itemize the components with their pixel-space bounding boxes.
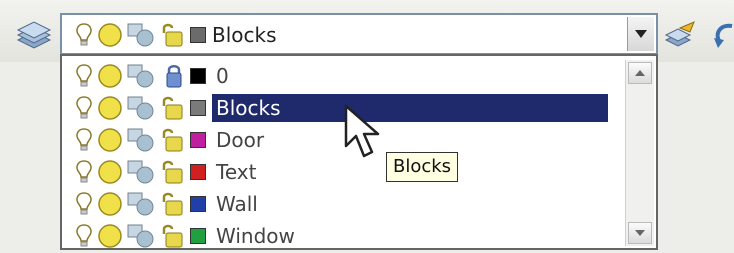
layer-state-icons — [74, 158, 206, 186]
vertical-scrollbar[interactable] — [625, 60, 654, 246]
sun-icon — [98, 64, 122, 88]
sun-icon — [98, 160, 122, 184]
lightbulb-icon — [76, 192, 92, 215]
viewport-freeze-icon — [127, 128, 154, 152]
lightbulb-icon — [76, 23, 92, 46]
scroll-up-button[interactable] — [628, 62, 652, 84]
red-swatch — [190, 164, 206, 180]
layer-previous-button[interactable] — [708, 18, 734, 52]
combo-selected-layer: Blocks — [212, 23, 277, 47]
viewport-freeze-icon — [127, 192, 154, 216]
layer-stack-icon — [16, 21, 52, 49]
layer-row-0[interactable]: 0 — [62, 60, 628, 92]
lightbulb-icon — [76, 96, 92, 119]
locked-padlock-icon — [166, 65, 182, 88]
layer-name-label: Wall — [216, 192, 258, 216]
blue-swatch — [190, 196, 206, 212]
unlocked-padlock-icon — [162, 96, 183, 120]
unlocked-padlock-icon — [162, 192, 183, 216]
layer-row-window[interactable]: Window — [62, 220, 628, 252]
layer-properties-button[interactable] — [14, 18, 54, 52]
layer-state-icons — [74, 62, 206, 90]
layer-row-text[interactable]: Text — [62, 156, 628, 188]
black-swatch — [190, 68, 206, 84]
combo-color-swatch — [190, 27, 206, 43]
lightbulb-icon — [76, 160, 92, 183]
viewport-freeze-icon — [127, 160, 154, 184]
gray-swatch — [190, 100, 206, 116]
layer-name-label: Window — [216, 224, 295, 248]
layer-tooltip: Blocks — [386, 152, 459, 182]
unlocked-padlock-icon — [162, 23, 183, 47]
arrow-down-icon — [635, 230, 645, 236]
combo-dropdown-button[interactable] — [627, 17, 654, 51]
layer-combo-box[interactable]: Blocks — [60, 13, 658, 55]
unlocked-padlock-icon — [162, 128, 183, 152]
layer-state-icons — [74, 190, 206, 218]
sun-icon — [98, 96, 122, 120]
viewport-freeze-icon — [127, 224, 154, 248]
viewport-freeze-icon — [127, 23, 154, 47]
green-swatch — [190, 228, 206, 244]
layer-state-icons — [74, 222, 206, 250]
layer-name-label: Blocks — [212, 94, 608, 122]
lightbulb-icon — [76, 128, 92, 151]
lightbulb-icon — [76, 64, 92, 87]
viewport-freeze-icon — [127, 64, 154, 88]
layer-name-label: Text — [216, 160, 257, 184]
layer-arrow-icon — [664, 21, 695, 47]
layer-state-icons — [74, 126, 206, 154]
layer-name-label: 0 — [216, 64, 229, 88]
unlocked-padlock-icon — [162, 224, 183, 248]
arrow-up-icon — [635, 70, 645, 76]
chevron-down-icon — [635, 30, 647, 38]
viewport-freeze-icon — [127, 96, 154, 120]
layer-state-icons — [74, 94, 206, 122]
layer-name-label: Door — [216, 128, 265, 152]
mouse-pointer-icon — [344, 104, 380, 158]
combo-layer-state-icons — [74, 21, 206, 49]
layers-toolbar: Blocks — [0, 0, 734, 62]
lightbulb-icon — [76, 224, 92, 247]
magenta-swatch — [190, 132, 206, 148]
sun-icon — [98, 224, 122, 248]
undo-arrow-icon — [714, 23, 733, 48]
layer-row-wall[interactable]: Wall — [62, 188, 628, 220]
sun-icon — [98, 192, 122, 216]
make-current-layer-button[interactable] — [664, 18, 698, 52]
unlocked-padlock-icon — [162, 160, 183, 184]
sun-icon — [98, 23, 122, 47]
scroll-down-button[interactable] — [628, 222, 652, 244]
sun-icon — [98, 128, 122, 152]
